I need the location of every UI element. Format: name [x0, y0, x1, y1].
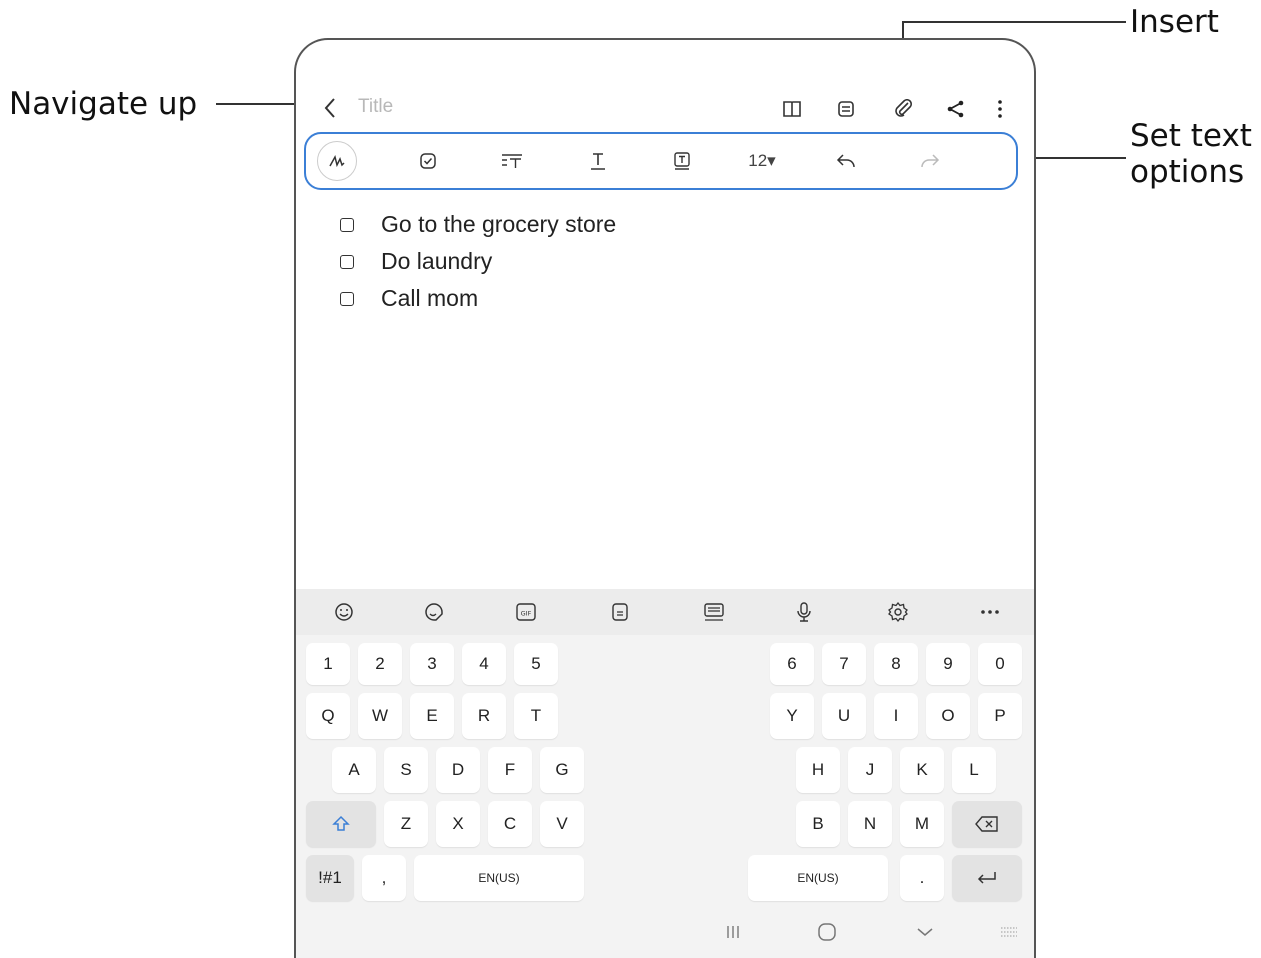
settings-icon[interactable]	[884, 598, 912, 626]
key-w[interactable]: W	[358, 693, 402, 739]
key-f[interactable]: F	[488, 747, 532, 793]
key-z[interactable]: Z	[384, 801, 428, 847]
key-j[interactable]: J	[848, 747, 892, 793]
key-n[interactable]: N	[848, 801, 892, 847]
list-item[interactable]: Do laundry	[340, 243, 616, 280]
key-s[interactable]: S	[384, 747, 428, 793]
list-item[interactable]: Go to the grocery store	[340, 206, 616, 243]
period-key[interactable]: .	[900, 855, 944, 901]
space-key-left[interactable]: EN(US)	[414, 855, 584, 901]
attach-icon[interactable]	[890, 95, 918, 123]
checkbox[interactable]	[340, 217, 354, 232]
keyboard-toolbar: GIF	[296, 589, 1034, 635]
keyboard-switch-icon[interactable]	[996, 919, 1022, 945]
text-box-icon[interactable]	[662, 132, 702, 190]
key-h[interactable]: H	[796, 747, 840, 793]
text-options-toolbar: 12▾	[304, 132, 1018, 190]
book-icon[interactable]	[778, 95, 806, 123]
title-input[interactable]: Title	[358, 96, 393, 118]
key-6[interactable]: 6	[770, 643, 814, 685]
share-icon[interactable]	[942, 95, 970, 123]
checkbox[interactable]	[340, 254, 354, 269]
more-vert-icon[interactable]	[986, 95, 1014, 123]
key-5[interactable]: 5	[514, 643, 558, 685]
key-0[interactable]: 0	[978, 643, 1022, 685]
backspace-icon	[975, 816, 998, 832]
clipboard-icon[interactable]	[606, 598, 634, 626]
key-y[interactable]: Y	[770, 693, 814, 739]
paragraph-icon[interactable]	[492, 132, 532, 190]
more-icon[interactable]	[976, 598, 1004, 626]
key-t[interactable]: T	[514, 693, 558, 739]
key-b[interactable]: B	[796, 801, 840, 847]
tablet-frame: Title 12▾ Go to the grocery store Do lau…	[294, 38, 1036, 958]
enter-key[interactable]	[952, 855, 1022, 901]
sticker-icon[interactable]	[420, 598, 448, 626]
keyboard-mode-icon[interactable]	[700, 598, 728, 626]
key-2[interactable]: 2	[358, 643, 402, 685]
undo-icon[interactable]	[826, 132, 866, 190]
key-q[interactable]: Q	[306, 693, 350, 739]
mic-icon[interactable]	[790, 598, 818, 626]
key-7[interactable]: 7	[822, 643, 866, 685]
key-l[interactable]: L	[952, 747, 996, 793]
key-r[interactable]: R	[462, 693, 506, 739]
key-a[interactable]: A	[332, 747, 376, 793]
home-icon[interactable]	[814, 919, 840, 945]
back-icon[interactable]	[316, 94, 344, 122]
font-size-dropdown[interactable]: 12▾	[732, 132, 792, 190]
key-k[interactable]: K	[900, 747, 944, 793]
key-o[interactable]: O	[926, 693, 970, 739]
list-item[interactable]: Call mom	[340, 280, 616, 317]
text-style-icon[interactable]	[578, 132, 618, 190]
backspace-key[interactable]	[952, 801, 1022, 847]
checkbox[interactable]	[340, 291, 354, 306]
callout-line-insert-h	[902, 21, 1126, 23]
key-4[interactable]: 4	[462, 643, 506, 685]
key-c[interactable]: C	[488, 801, 532, 847]
key-8[interactable]: 8	[874, 643, 918, 685]
key-9[interactable]: 9	[926, 643, 970, 685]
note-list-icon[interactable]	[832, 95, 860, 123]
key-m[interactable]: M	[900, 801, 944, 847]
comma-key[interactable]: ,	[362, 855, 406, 901]
key-d[interactable]: D	[436, 747, 480, 793]
shift-key[interactable]	[306, 801, 376, 847]
checklist: Go to the grocery store Do laundry Call …	[340, 206, 616, 317]
enter-icon	[977, 872, 996, 884]
key-i[interactable]: I	[874, 693, 918, 739]
annotation-set-text-1: Set text	[1130, 118, 1252, 154]
shift-icon	[332, 815, 350, 831]
key-u[interactable]: U	[822, 693, 866, 739]
redo-icon[interactable]	[910, 132, 950, 190]
symbols-key[interactable]: !#1	[306, 855, 354, 901]
space-key-right[interactable]: EN(US)	[748, 855, 888, 901]
key-1[interactable]: 1	[306, 643, 350, 685]
key-p[interactable]: P	[978, 693, 1022, 739]
key-3[interactable]: 3	[410, 643, 454, 685]
system-nav-bar	[296, 909, 1034, 958]
svg-text:GIF: GIF	[521, 610, 532, 618]
gif-icon[interactable]: GIF	[512, 598, 540, 626]
key-v[interactable]: V	[540, 801, 584, 847]
annotation-navigate-up: Navigate up	[9, 86, 198, 122]
keyboard: GIF 1 2 3 4 5 6 7 8 9 0 Q W E R T Y U I …	[296, 589, 1034, 958]
key-x[interactable]: X	[436, 801, 480, 847]
recents-icon[interactable]	[720, 919, 746, 945]
checkbox-icon[interactable]	[408, 132, 448, 190]
hide-keyboard-icon[interactable]	[912, 919, 938, 945]
annotation-set-text-2: options	[1130, 154, 1245, 190]
handwriting-icon[interactable]	[314, 132, 360, 190]
key-e[interactable]: E	[410, 693, 454, 739]
annotation-insert: Insert	[1130, 4, 1219, 40]
key-g[interactable]: G	[540, 747, 584, 793]
emoji-icon[interactable]	[330, 598, 358, 626]
